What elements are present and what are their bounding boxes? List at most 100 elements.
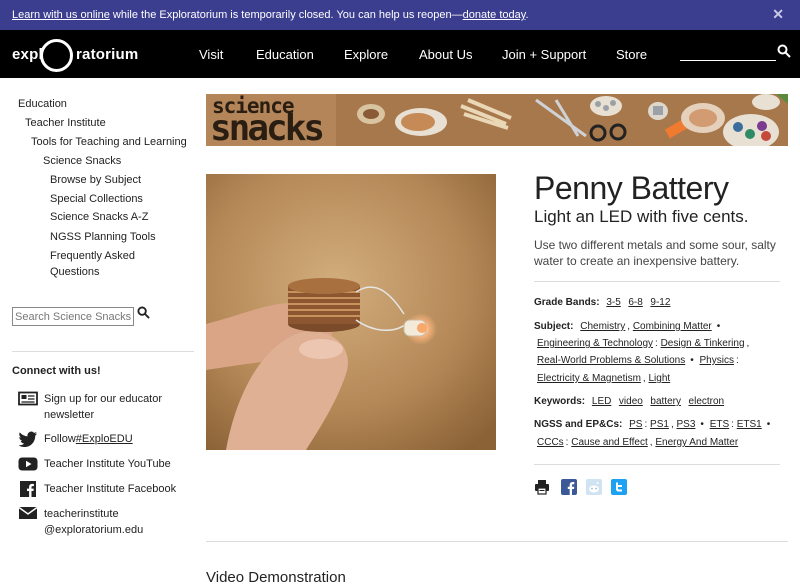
snack-description: Use two different metals and some sour, … [534, 238, 776, 268]
connect-title: Connect with us! [12, 365, 101, 377]
comma: , [642, 373, 646, 384]
subject-combining-matter-link[interactable]: Combining Matter [633, 321, 712, 332]
twitter-bird-icon [18, 431, 37, 447]
grade-link-9-12[interactable]: 9-12 [650, 297, 670, 308]
grade-link-3-5[interactable]: 3-5 [606, 297, 620, 308]
ngss-cccs-link[interactable]: CCCs [537, 437, 564, 448]
site-search-input[interactable] [680, 60, 776, 61]
snack-title: Penny Battery [534, 170, 729, 206]
print-icon[interactable] [534, 479, 550, 495]
comma: , [649, 437, 653, 448]
ngss-cause-effect-link[interactable]: Cause and Effect [571, 437, 648, 448]
reddit-share-icon[interactable] [586, 479, 602, 495]
comma: , [670, 419, 674, 430]
separator-dot: • [700, 419, 704, 430]
notice-bar: Learn with us online while the Explorato… [0, 0, 800, 30]
subject-physics-link[interactable]: Physics [700, 355, 734, 366]
notice-text: while the Exploratorium is temporarily c… [109, 9, 463, 21]
colon: : [735, 355, 739, 366]
snacks-search-input[interactable] [12, 307, 134, 326]
subject-row-2: Engineering & Technology: Design & Tinke… [537, 337, 749, 351]
subject-chemistry-link[interactable]: Chemistry [580, 321, 625, 332]
sidebar-item-teacher-institute[interactable]: Teacher Institute [25, 117, 106, 129]
subject-label: Subject: [534, 321, 574, 332]
keywords-label: Keywords: [534, 396, 586, 407]
notice-period: . [525, 9, 529, 21]
youtube-link[interactable]: Teacher Institute YouTube [44, 456, 171, 472]
sidebar-item-faq[interactable]: Frequently Asked [50, 250, 135, 262]
snacks-search-icon[interactable] [137, 306, 150, 319]
twitter-share-icon[interactable] [611, 479, 627, 495]
twitter-follow: Follow #ExploEDU [44, 431, 133, 447]
nav-visit[interactable]: Visit [199, 47, 223, 62]
learn-online-link[interactable]: Learn with us online [12, 9, 110, 21]
facebook-link[interactable]: Teacher Institute Facebook [44, 481, 176, 497]
sidebar-item-faq-line2[interactable]: Questions [50, 266, 100, 278]
facebook-share-icon[interactable] [561, 479, 577, 495]
subject-electricity-link[interactable]: Electricity & Magnetism [537, 373, 641, 384]
ngss-energy-matter-link[interactable]: Energy And Matter [655, 437, 738, 448]
donate-link[interactable]: donate today [463, 9, 526, 21]
twitter-hashtag-link[interactable]: #ExploEDU [76, 431, 133, 447]
keyword-electron-link[interactable]: electron [689, 396, 725, 407]
keyword-battery-link[interactable]: battery [650, 396, 681, 407]
newsletter-link-line2: newsletter [44, 409, 95, 421]
newsletter-link-line1: Sign up for our educator [44, 393, 163, 405]
meta-divider-top [534, 281, 780, 282]
banner-word-snacks: snacks [210, 108, 325, 146]
snack-subtitle: Light an LED with five cents. [534, 207, 749, 226]
search-icon[interactable] [777, 44, 791, 58]
ngss-ets1-link[interactable]: ETS1 [737, 419, 762, 430]
keyword-led-link[interactable]: LED [592, 396, 611, 407]
exploratorium-logo[interactable]: expl ratorium [12, 39, 139, 72]
ngss-ps-link[interactable]: PS [629, 419, 642, 430]
email-link-line1: teacherinstitute [44, 508, 119, 520]
ngss-ets-link[interactable]: ETS [710, 419, 729, 430]
ngss-label: NGSS and EP&Cs: [534, 419, 623, 430]
science-snacks-banner: science snacks [206, 94, 788, 146]
sidebar-item-science-snacks[interactable]: Science Snacks [43, 155, 121, 167]
subject-light-link[interactable]: Light [648, 373, 670, 384]
keywords-row: Keywords: LED video battery electron [534, 395, 726, 409]
subject-engineering-link[interactable]: Engineering & Technology [537, 338, 653, 349]
email-link[interactable]: teacherinstitute @exploratorium.edu [44, 506, 143, 538]
sidebar-item-ngss-tools[interactable]: NGSS Planning Tools [50, 231, 156, 243]
content-divider [206, 541, 788, 542]
grade-bands: Grade Bands: 3-5 6-8 9-12 [534, 296, 672, 310]
logo-ring-icon [40, 39, 73, 72]
colon: : [565, 437, 569, 448]
site-header: expl ratorium Visit Education Explore Ab… [0, 30, 800, 78]
comma: , [627, 321, 631, 332]
sidebar-item-browse-by-subject[interactable]: Browse by Subject [50, 174, 141, 186]
sidebar-item-special-collections[interactable]: Special Collections [50, 193, 143, 205]
logo-text-right: ratorium [76, 46, 139, 63]
close-icon[interactable]: ✕ [772, 6, 784, 23]
email-link-line2: @exploratorium.edu [44, 524, 144, 536]
nav-explore[interactable]: Explore [344, 47, 388, 62]
newsletter-icon [18, 391, 38, 406]
comma: , [746, 338, 750, 349]
ngss-row-1: NGSS and EP&Cs: PS: PS1, PS3 • ETS: ETS1 • [534, 418, 773, 432]
newsletter-link[interactable]: Sign up for our educator newsletter [44, 391, 162, 423]
sidebar-item-tools[interactable]: Tools for Teaching and Learning [31, 136, 187, 148]
grade-link-6-8[interactable]: 6-8 [628, 297, 642, 308]
sidebar-item-snacks-a-z[interactable]: Science Snacks A-Z [50, 211, 148, 223]
subject-row-4: Electricity & Magnetism, Light [537, 372, 672, 386]
nav-store[interactable]: Store [616, 47, 647, 62]
meta-divider-bottom [534, 464, 780, 465]
subject-design-tinkering-link[interactable]: Design & Tinkering [661, 338, 745, 349]
subject-real-world-link[interactable]: Real-World Problems & Solutions [537, 355, 685, 366]
youtube-icon [18, 457, 38, 471]
twitter-follow-prefix: Follow [44, 433, 76, 445]
sidebar-item-education[interactable]: Education [18, 98, 67, 110]
ngss-row-2: CCCs: Cause and Effect, Energy And Matte… [537, 436, 740, 450]
ngss-ps3-link[interactable]: PS3 [677, 419, 696, 430]
nav-education[interactable]: Education [256, 47, 314, 62]
separator-dot: • [690, 355, 694, 366]
notice-message: Learn with us online while the Explorato… [12, 9, 529, 21]
facebook-icon [20, 481, 36, 497]
keyword-video-link[interactable]: video [619, 396, 643, 407]
ngss-ps1-link[interactable]: PS1 [650, 419, 669, 430]
nav-about-us[interactable]: About Us [419, 47, 472, 62]
nav-join-support[interactable]: Join + Support [502, 47, 586, 62]
